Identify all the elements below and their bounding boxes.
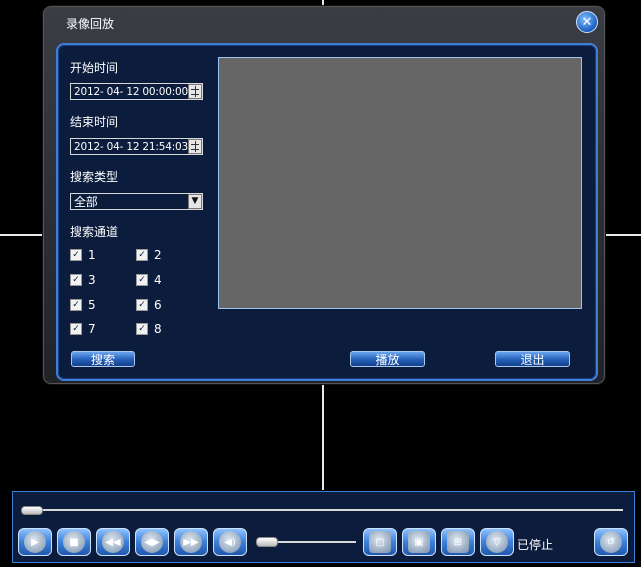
channel-checkbox[interactable]: ✓ 5 xyxy=(70,298,96,312)
play-button[interactable]: 播放 xyxy=(350,351,425,367)
close-icon[interactable]: ✕ xyxy=(576,11,598,33)
grid-line xyxy=(0,234,43,236)
stop-button[interactable]: ■ xyxy=(57,528,91,556)
channel-checkbox[interactable]: ✓ 6 xyxy=(136,298,162,312)
layout-1-button[interactable]: ▢ xyxy=(363,528,397,556)
stop-icon: ■ xyxy=(63,531,85,553)
layout-9-button[interactable]: ⊞ xyxy=(441,528,475,556)
search-type-select[interactable]: 全部 xyxy=(70,193,203,210)
checkbox-checked-icon: ✓ xyxy=(70,299,82,311)
layout-9-icon: ⊞ xyxy=(447,531,469,553)
volume-icon: ◀) xyxy=(219,531,241,553)
search-button[interactable]: 搜索 xyxy=(71,351,135,367)
checkbox-checked-icon: ✓ xyxy=(136,274,148,286)
search-channel-label: 搜索通道 xyxy=(70,225,119,239)
start-time-spinner-icon[interactable] xyxy=(188,84,202,99)
rewind-button[interactable]: ◀◀ xyxy=(96,528,130,556)
channel-checkbox[interactable]: ✓ 1 xyxy=(70,248,96,262)
slow-icon: ◀▶ xyxy=(141,531,163,553)
play-icon: ▶ xyxy=(24,531,46,553)
chevron-down-icon[interactable]: ▼ xyxy=(188,194,202,209)
back-icon: ↺ xyxy=(600,531,622,553)
start-time-label: 开始时间 xyxy=(70,61,119,75)
volume-button[interactable]: ◀) xyxy=(213,528,247,556)
dialog-title: 录像回放 xyxy=(66,17,115,31)
layout-4-button[interactable]: ▣ xyxy=(402,528,436,556)
end-time-label: 结束时间 xyxy=(70,115,119,129)
back-button[interactable]: ↺ xyxy=(594,528,628,556)
grid-line xyxy=(604,234,641,236)
video-preview[interactable] xyxy=(218,57,582,309)
channel-checkbox[interactable]: ✓ 4 xyxy=(136,273,162,287)
fast-forward-icon: ▶▶ xyxy=(180,531,202,553)
slow-button[interactable]: ◀▶ xyxy=(135,528,169,556)
checkbox-checked-icon: ✓ xyxy=(136,323,148,335)
layout-16-icon: ▽ xyxy=(486,531,508,553)
start-time-field[interactable]: 2012- 04- 12 00:00:00 xyxy=(70,83,203,100)
exit-button[interactable]: 退出 xyxy=(495,351,570,367)
checkbox-checked-icon: ✓ xyxy=(70,249,82,261)
checkbox-checked-icon: ✓ xyxy=(136,249,148,261)
playback-status: 已停止 xyxy=(517,538,554,552)
channel-checkbox[interactable]: ✓ 7 xyxy=(70,322,96,336)
layout-1-icon: ▢ xyxy=(369,531,391,553)
volume-slider-handle[interactable] xyxy=(256,537,278,547)
dialog-body: 开始时间 2012- 04- 12 00:00:00 结束时间 2012- 04… xyxy=(56,43,598,381)
channel-checkbox[interactable]: ✓ 8 xyxy=(136,322,162,336)
rewind-icon: ◀◀ xyxy=(102,531,124,553)
channel-checkbox[interactable]: ✓ 3 xyxy=(70,273,96,287)
checkbox-checked-icon: ✓ xyxy=(70,274,82,286)
grid-line xyxy=(322,382,324,490)
layout-16-button[interactable]: ▽ xyxy=(480,528,514,556)
end-time-field[interactable]: 2012- 04- 12 21:54:03 xyxy=(70,138,203,155)
search-type-label: 搜索类型 xyxy=(70,170,119,184)
fast-forward-button[interactable]: ▶▶ xyxy=(174,528,208,556)
layout-4-icon: ▣ xyxy=(408,531,430,553)
playback-dialog: 录像回放 ✕ 开始时间 2012- 04- 12 00:00:00 结束时间 2… xyxy=(43,6,605,384)
play-button-ctrl[interactable]: ▶ xyxy=(18,528,52,556)
channel-checkbox[interactable]: ✓ 2 xyxy=(136,248,162,262)
playback-control-panel: ▶ ■ ◀◀ ◀▶ ▶▶ ◀) ▢ ▣ ⊞ ▽ 已停止 ↺ xyxy=(12,491,635,563)
checkbox-checked-icon: ✓ xyxy=(136,299,148,311)
end-time-spinner-icon[interactable] xyxy=(188,139,202,154)
progress-slider-handle[interactable] xyxy=(21,506,43,515)
progress-track[interactable] xyxy=(25,509,623,511)
checkbox-checked-icon: ✓ xyxy=(70,323,82,335)
